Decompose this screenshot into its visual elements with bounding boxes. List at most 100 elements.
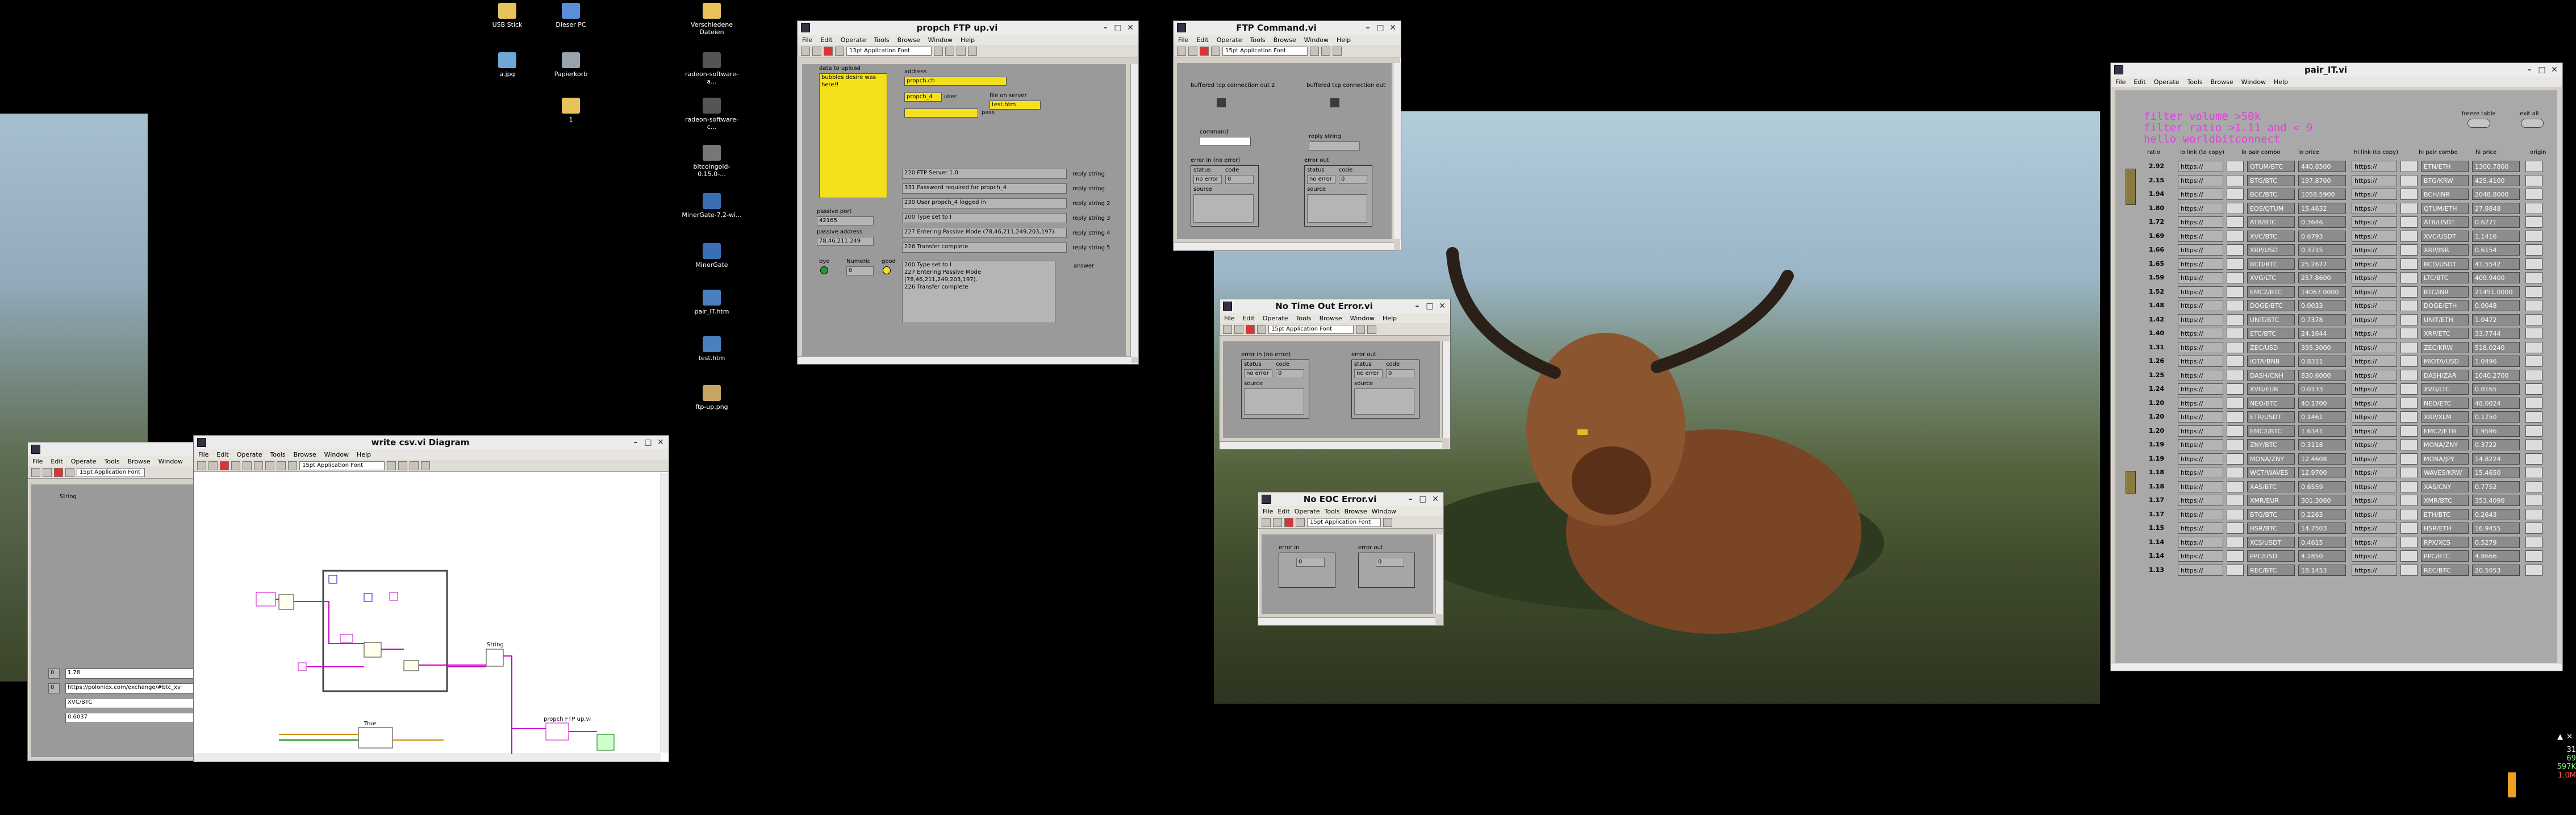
lo-link-field[interactable]: https:// xyxy=(2178,216,2223,228)
lo-copy-button[interactable] xyxy=(2227,202,2244,214)
lo-copy-button[interactable] xyxy=(2227,523,2244,534)
run-arrow-icon[interactable] xyxy=(31,467,40,477)
menu-operate[interactable]: Operate xyxy=(2154,78,2180,86)
reorder-icon[interactable] xyxy=(968,46,977,56)
hi-link-field[interactable]: https:// xyxy=(2352,467,2397,478)
hi-copy-button[interactable] xyxy=(2400,495,2418,506)
menu-operate[interactable]: Operate xyxy=(841,36,866,44)
address-input[interactable]: propch.ch xyxy=(904,77,1007,86)
origin-button[interactable] xyxy=(2525,286,2542,298)
desktop-icon-this-pc[interactable]: Dieser PC xyxy=(540,3,602,28)
abort-icon[interactable] xyxy=(54,467,63,477)
origin-button[interactable] xyxy=(2525,341,2542,353)
origin-button[interactable] xyxy=(2525,258,2542,270)
close-icon[interactable]: ✕ xyxy=(1126,23,1135,32)
array-index[interactable]: 0 xyxy=(48,683,60,693)
hi-link-field[interactable]: https:// xyxy=(2352,272,2397,283)
hi-copy-button[interactable] xyxy=(2400,174,2418,186)
hi-copy-button[interactable] xyxy=(2400,425,2418,437)
vertical-scrollbar[interactable] xyxy=(1442,341,1450,438)
hi-copy-button[interactable] xyxy=(2400,244,2418,256)
origin-button[interactable] xyxy=(2525,383,2542,395)
vertical-scrollbar[interactable] xyxy=(1435,534,1443,614)
menu-edit[interactable]: Edit xyxy=(1277,508,1289,515)
menu-file[interactable]: File xyxy=(802,36,812,44)
menu-edit[interactable]: Edit xyxy=(2134,78,2145,86)
step-over-icon[interactable] xyxy=(277,461,286,470)
lo-copy-button[interactable] xyxy=(2227,174,2244,186)
lo-copy-button[interactable] xyxy=(2227,383,2244,395)
abort-icon[interactable] xyxy=(1200,46,1209,56)
resize-icon[interactable] xyxy=(1333,46,1342,56)
origin-button[interactable] xyxy=(2525,161,2542,172)
menu-window[interactable]: Window xyxy=(2241,78,2266,86)
lo-link-field[interactable]: https:// xyxy=(2178,453,2223,465)
minimize-icon[interactable]: – xyxy=(1101,23,1110,32)
hi-link-field[interactable]: https:// xyxy=(2352,564,2397,576)
font-select[interactable]: 15pt Application Font xyxy=(77,467,145,477)
pause-icon[interactable] xyxy=(835,46,844,56)
desktop-icon-pair-it-htm[interactable]: pair_IT.htm xyxy=(680,290,743,315)
menu-window[interactable]: Window xyxy=(158,458,183,465)
lo-copy-button[interactable] xyxy=(2227,341,2244,353)
origin-button[interactable] xyxy=(2525,300,2542,311)
hi-link-field[interactable]: https:// xyxy=(2352,425,2397,437)
font-select[interactable]: 13pt Application Font xyxy=(846,46,932,56)
lo-link-field[interactable]: https:// xyxy=(2178,508,2223,520)
run-arrow-icon[interactable] xyxy=(801,46,810,56)
error-in-cluster[interactable]: status code no error 0 source xyxy=(1241,360,1309,419)
align-icon[interactable] xyxy=(1383,517,1392,527)
file-on-server-input[interactable]: test.htm xyxy=(990,101,1041,110)
menu-tools[interactable]: Tools xyxy=(1325,508,1340,515)
hi-copy-button[interactable] xyxy=(2400,314,2418,325)
lo-copy-button[interactable] xyxy=(2227,411,2244,423)
data-to-upload-input[interactable]: bubbles desire was here!! xyxy=(819,73,887,198)
window-ftp-upload[interactable]: propch FTP up.vi – □ ✕ File Edit Operate Tools… xyxy=(797,20,1139,365)
origin-button[interactable] xyxy=(2525,189,2542,200)
window-ftp-command[interactable]: FTP Command.vi – □ ✕ File Edit Operate Tools Br… xyxy=(1173,20,1401,251)
origin-button[interactable] xyxy=(2525,508,2542,520)
minimize-icon[interactable]: – xyxy=(1363,23,1372,32)
distribute-icon[interactable] xyxy=(1367,324,1376,334)
font-select[interactable]: 15pt Application Font xyxy=(1222,46,1308,56)
lo-copy-button[interactable] xyxy=(2227,328,2244,339)
lo-copy-button[interactable] xyxy=(2227,356,2244,367)
lo-copy-button[interactable] xyxy=(2227,467,2244,478)
hi-link-field[interactable]: https:// xyxy=(2352,397,2397,409)
run-arrow-icon[interactable] xyxy=(1223,324,1232,334)
hi-copy-button[interactable] xyxy=(2400,161,2418,172)
hi-link-field[interactable]: https:// xyxy=(2352,300,2397,311)
menu-file[interactable]: File xyxy=(1178,36,1188,44)
menu-help[interactable]: Help xyxy=(2274,78,2288,86)
hi-link-field[interactable]: https:// xyxy=(2352,161,2397,172)
lo-link-field[interactable]: https:// xyxy=(2178,286,2223,298)
hi-copy-button[interactable] xyxy=(2400,356,2418,367)
hi-link-field[interactable]: https:// xyxy=(2352,258,2397,270)
run-continuous-icon[interactable] xyxy=(1188,46,1197,56)
hi-link-field[interactable]: https:// xyxy=(2352,495,2397,506)
close-icon[interactable]: ✕ xyxy=(2550,65,2559,74)
menu-window[interactable]: Window xyxy=(1304,36,1329,44)
minimize-icon[interactable]: – xyxy=(631,438,640,447)
freeze-table-toggle[interactable] xyxy=(2468,119,2490,128)
origin-button[interactable] xyxy=(2525,564,2542,576)
run-continuous-icon[interactable] xyxy=(1234,324,1243,334)
menu-edit[interactable]: Edit xyxy=(1242,315,1254,322)
menu-edit[interactable]: Edit xyxy=(1196,36,1208,44)
close-icon[interactable]: ✕ xyxy=(656,438,665,447)
maximize-icon[interactable]: □ xyxy=(1425,302,1434,311)
tray-icons[interactable]: ▲✕ xyxy=(2508,733,2576,741)
minimize-icon[interactable]: – xyxy=(1413,302,1422,311)
hi-link-field[interactable]: https:// xyxy=(2352,383,2397,395)
abort-icon[interactable] xyxy=(824,46,833,56)
hi-link-field[interactable]: https:// xyxy=(2352,550,2397,562)
font-select[interactable]: 15pt Application Font xyxy=(1268,324,1354,334)
highlight-execution-icon[interactable] xyxy=(243,461,252,470)
title-bar[interactable]: No Time Out Error.vi – □ ✕ xyxy=(1220,299,1450,313)
maximize-icon[interactable]: □ xyxy=(1376,23,1385,32)
origin-button[interactable] xyxy=(2525,425,2542,437)
origin-button[interactable] xyxy=(2525,328,2542,339)
resize-icon[interactable] xyxy=(957,46,966,56)
clean-up-icon[interactable] xyxy=(421,461,430,470)
lo-copy-button[interactable] xyxy=(2227,230,2244,242)
